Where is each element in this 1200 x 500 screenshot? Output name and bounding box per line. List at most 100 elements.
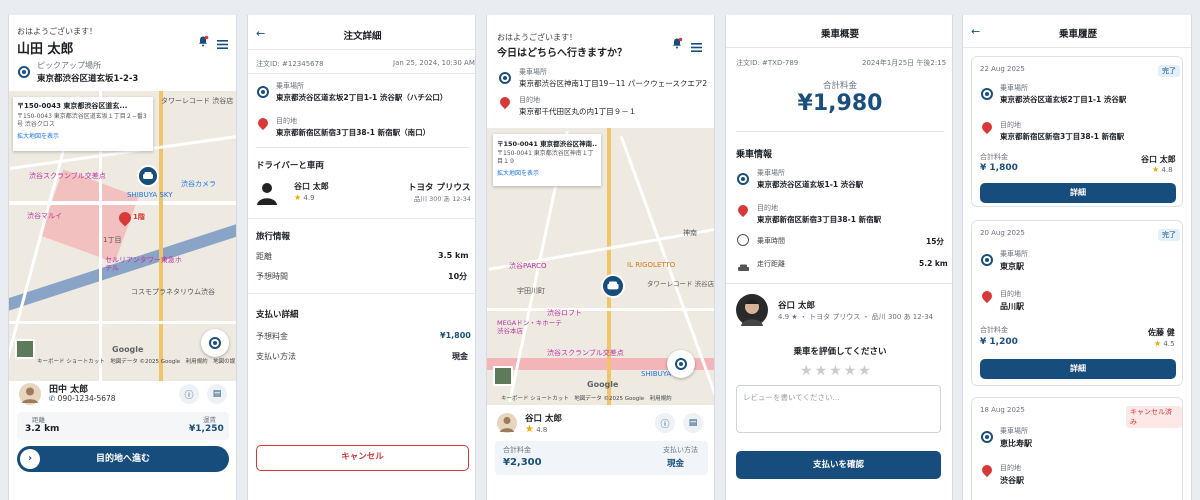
user-name: 山田 太郎 <box>17 42 74 57</box>
pay-method-label: 支払い方法 <box>256 352 296 361</box>
star-icon[interactable]: ★ <box>800 363 813 379</box>
driver-phone: 090-1234-5678 <box>57 394 116 403</box>
map-label-mega: MEGAドン・キホーテ 渋谷本店 <box>497 319 562 335</box>
info-icon: ⓘ <box>660 419 670 430</box>
distance-value: 5.2 km <box>919 259 948 268</box>
pickup-address: 東京都渋谷区道玄坂2丁目1-1 渋谷駅（ハチ公口） <box>276 93 448 102</box>
screen-destination-select: おはようございます！ 今日はどちらへ行きますか？ 乗車場所 東京都渋谷区神南1丁… <box>486 15 715 500</box>
crosshair-icon <box>675 358 687 370</box>
pickup-address[interactable]: 東京都渋谷区神南1丁目19－11 パークウェースクエア2 <box>519 78 707 89</box>
greeting: おはようございます！ <box>497 33 577 42</box>
map-layer-thumbnail[interactable] <box>15 339 35 359</box>
rate-prompt: 乗車を評価してください <box>793 347 887 357</box>
destination-marker-icon <box>116 209 134 228</box>
pickup-icon <box>981 431 993 443</box>
driver-phone-row[interactable]: ✆ 090-1234-5678 <box>49 394 116 403</box>
menu-icon[interactable] <box>217 34 228 49</box>
info-icon: ⓘ <box>184 390 194 401</box>
details-button[interactable]: 詳細 <box>980 183 1176 203</box>
star-icon[interactable]: ★ <box>858 363 871 379</box>
confirm-payment-button[interactable]: 支払いを確認 <box>736 451 941 479</box>
time-value: 15分 <box>926 237 944 246</box>
map-attribution: キーボード ショートカット 地図データ ©2025 Google 利用規約 地図… <box>37 359 236 365</box>
ride-date: 20 Aug 2025 <box>980 229 1025 237</box>
driver-rating: 4.5 <box>1163 340 1175 348</box>
pickup-address: 東京都渋谷区道玄坂1-1 渋谷駅 <box>757 180 864 189</box>
my-location-button[interactable] <box>667 350 695 378</box>
chat-button[interactable]: ▤ <box>683 413 703 433</box>
notification-bell-icon[interactable] <box>671 34 683 49</box>
map-label-chome: 1丁目 <box>103 236 122 244</box>
pickup-icon <box>737 173 749 185</box>
map-card-link[interactable]: 拡大地図を表示 <box>497 168 597 177</box>
details-button[interactable]: 詳細 <box>980 359 1176 379</box>
pickup-location-icon <box>18 66 30 78</box>
driver-rating-row: ★ 4.9 <box>294 193 315 202</box>
distance-label: 距離 <box>256 252 272 261</box>
driver-avatar <box>256 181 278 205</box>
page-title: 乗車履歴 <box>1058 29 1097 40</box>
map-label-tower: タワーレコード 渋谷店 <box>161 97 234 105</box>
time-label: 予想時間 <box>256 272 288 281</box>
ride-card[interactable]: 20 Aug 2025 完了 乗車場所 東京駅 目的地 品川駅 合計料金 ¥ 1… <box>971 220 1183 386</box>
map-view[interactable]: 〒150-0041 東京都渋谷区神南... 〒150-0041 東京都渋谷区神南… <box>487 128 714 405</box>
star-icon[interactable]: ★ <box>829 363 842 379</box>
pickup-address: 恵比寿駅 <box>1000 439 1032 448</box>
review-textarea[interactable]: レビューを書いてください... <box>736 385 941 433</box>
order-date: 2024年1月25日 午後2:15 <box>862 59 947 67</box>
menu-icon[interactable] <box>691 37 702 52</box>
map-view[interactable]: 〒150-0043 東京都渋谷区道玄... 〒150-0043 東京都渋谷区道玄… <box>9 91 236 381</box>
total-value: ¥2,300 <box>503 457 542 468</box>
star-icon: ★ <box>294 193 302 202</box>
info-button[interactable]: ⓘ <box>655 413 675 433</box>
driver-rating: 4.9 <box>303 194 315 202</box>
order-id: 注文ID: #TXD-789 <box>736 59 799 67</box>
destination-icon <box>255 115 271 131</box>
fare-summary: 合計料金 ¥2,300 支払い方法 現金 <box>495 441 708 475</box>
pickup-label: 乗車場所 <box>1000 427 1028 435</box>
pickup-address[interactable]: 東京都渋谷区道玄坂1-2-3 <box>37 72 138 84</box>
dest-label: 目的地 <box>1000 290 1021 298</box>
ride-card[interactable]: 18 Aug 2025 キャンセル済み 乗車場所 恵比寿駅 目的地 渋谷駅 <box>971 397 1183 500</box>
info-button[interactable]: ⓘ <box>179 384 199 404</box>
dest-address[interactable]: 東京都千代田区丸の内1丁目９－１ <box>519 106 636 117</box>
dest-label: 目的地 <box>1000 121 1021 129</box>
map-card-title: 〒150-0041 東京都渋谷区神南... <box>497 140 597 148</box>
car-model: トヨタ プリウス <box>408 183 471 193</box>
est-fare-label: 予想料金 <box>256 332 288 341</box>
map-label-jinnan: 神南 <box>683 229 697 237</box>
driver-rating-row: ★ 4.8 <box>525 424 547 435</box>
page-title: 乗車概要 <box>820 29 859 40</box>
map-layer-thumbnail[interactable] <box>493 366 513 386</box>
map-card-link[interactable]: 拡大地図を表示 <box>17 131 149 140</box>
trip-summary: 距離 3.2 km 運賃 ¥1,250 <box>17 412 229 440</box>
driver-rating-row: ★ 4.8 <box>1152 165 1173 174</box>
google-logo: Google <box>587 380 619 389</box>
dest-address: 東京都新宿区新宿3丁目38-1 新宿駅 <box>1000 132 1125 141</box>
star-icon[interactable]: ★ <box>844 363 857 379</box>
distance-value: 3.5 km <box>438 251 469 260</box>
rating-stars[interactable]: ★ ★ ★ ★ ★ <box>800 360 871 379</box>
chat-button[interactable]: ▤ <box>207 384 227 404</box>
cancel-button[interactable]: キャンセル <box>256 445 469 471</box>
status-badge: 完了 <box>1158 229 1180 241</box>
pickup-icon <box>981 254 993 266</box>
clock-icon <box>737 234 749 246</box>
pickup-label: 乗車場所 <box>276 82 304 90</box>
notification-bell-icon[interactable] <box>197 32 209 47</box>
car-marker-icon[interactable] <box>137 165 159 187</box>
time-label: 乗車時間 <box>757 237 785 245</box>
ride-card[interactable]: 22 Aug 2025 完了 乗車場所 東京都渋谷区道玄坂2丁目1-1 渋谷駅 … <box>971 56 1183 207</box>
my-location-button[interactable] <box>201 329 229 357</box>
pickup-label: 乗車場所 <box>519 68 547 76</box>
car-marker-icon[interactable] <box>601 274 625 298</box>
star-icon[interactable]: ★ <box>815 363 828 379</box>
destination-icon <box>979 288 995 304</box>
distance-label: 走行距離 <box>757 260 785 268</box>
proceed-button[interactable]: › 目的地へ進む <box>17 446 229 472</box>
driver-name: 谷口 太郎 <box>294 182 329 191</box>
order-date: Jan 25, 2024, 10:30 AM <box>393 59 475 67</box>
pickup-label: 乗車場所 <box>1000 250 1028 258</box>
dest-label: 目的地 <box>1000 464 1021 472</box>
map-card-address: 〒150-0041 東京都渋谷区神南１丁目１９ <box>497 150 594 165</box>
